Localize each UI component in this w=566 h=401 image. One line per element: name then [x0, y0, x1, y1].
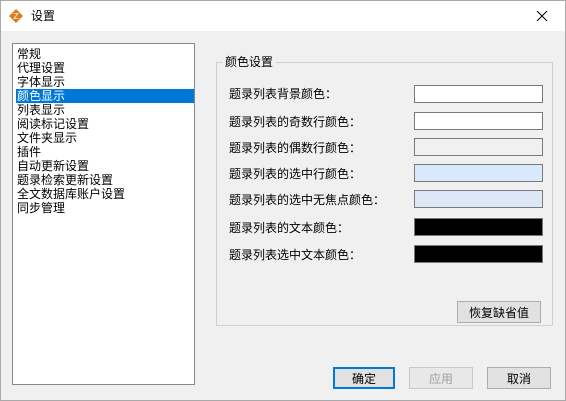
- sidebar-item-folder[interactable]: 文件夹显示: [16, 131, 78, 145]
- app-logo-icon: Z: [8, 8, 24, 24]
- selected-text-color-swatch[interactable]: [414, 245, 543, 263]
- sidebar-item-search-update[interactable]: 题录检索更新设置: [16, 173, 114, 187]
- text-color-label: 题录列表的文本颜色：: [229, 221, 350, 235]
- sidebar-item-sync[interactable]: 同步管理: [16, 201, 66, 215]
- background-color-swatch[interactable]: [414, 85, 543, 103]
- text-color-swatch[interactable]: [414, 218, 543, 236]
- sidebar-item-auto-update[interactable]: 自动更新设置: [16, 159, 90, 173]
- sidebar-item-db-accounts[interactable]: 全文数据库账户设置: [16, 187, 126, 201]
- sidebar-item-read-mark[interactable]: 阅读标记设置: [16, 117, 90, 131]
- odd-row-color-label: 题录列表的奇数行颜色：: [229, 115, 362, 129]
- sidebar-item-color[interactable]: 颜色显示: [16, 89, 194, 103]
- svg-text:Z: Z: [13, 12, 19, 21]
- sidebar-item-font[interactable]: 字体显示: [16, 75, 66, 89]
- unfocused-selected-color-swatch[interactable]: [414, 190, 543, 208]
- settings-category-list[interactable]: 常规 代理设置 字体显示 颜色显示 列表显示 阅读标记设置 文件夹显示 插件 自…: [12, 43, 195, 385]
- selected-text-color-label: 题录列表选中文本颜色：: [229, 248, 362, 262]
- odd-row-color-swatch[interactable]: [414, 112, 543, 130]
- sidebar-item-plugins[interactable]: 插件: [16, 145, 42, 159]
- cancel-button[interactable]: 取消: [487, 367, 551, 389]
- unfocused-selected-color-label: 题录列表的选中无焦点颜色：: [229, 193, 386, 207]
- close-button[interactable]: [519, 1, 565, 31]
- apply-button[interactable]: 应用: [409, 367, 473, 389]
- sidebar-item-list[interactable]: 列表显示: [16, 103, 66, 117]
- selected-row-color-label: 题录列表的选中行颜色：: [229, 167, 362, 181]
- window-title: 设置: [31, 9, 56, 23]
- even-row-color-label: 题录列表的偶数行颜色：: [229, 141, 362, 155]
- selected-row-color-swatch[interactable]: [414, 164, 543, 182]
- restore-defaults-button[interactable]: 恢复缺省值: [457, 301, 541, 323]
- sidebar-item-general[interactable]: 常规: [16, 47, 42, 61]
- close-icon: [536, 10, 548, 22]
- color-settings-title: 颜色设置: [222, 55, 277, 69]
- ok-button[interactable]: 确定: [333, 367, 395, 389]
- background-color-label: 题录列表背景颜色：: [229, 87, 338, 101]
- title-bar: Z 设置: [1, 1, 565, 31]
- even-row-color-swatch[interactable]: [414, 138, 543, 156]
- sidebar-item-proxy[interactable]: 代理设置: [16, 61, 66, 75]
